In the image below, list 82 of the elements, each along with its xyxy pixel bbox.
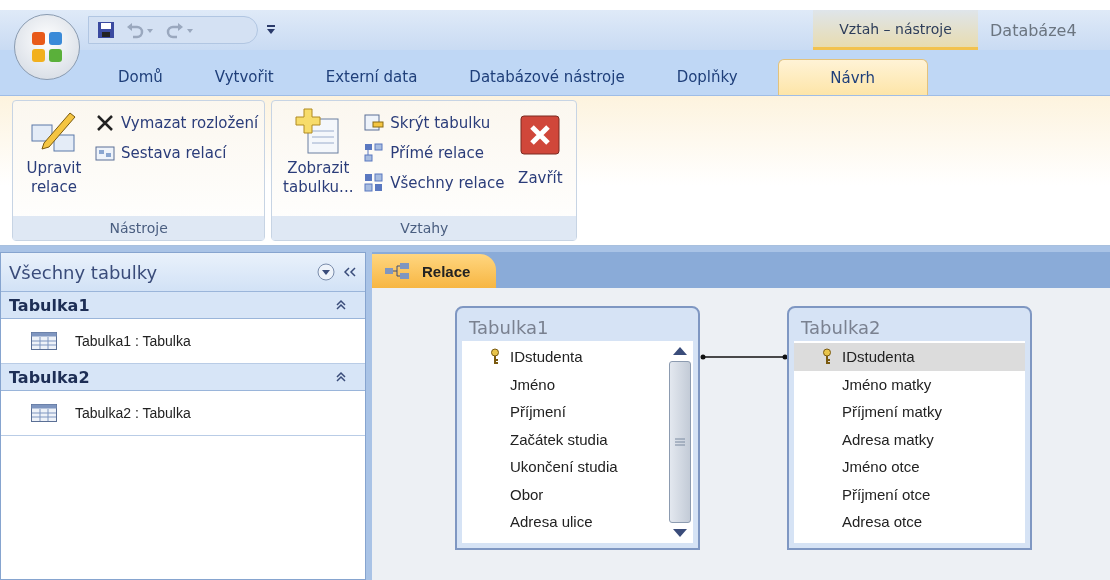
tab-label: Relace (422, 262, 471, 280)
group-name: Tabulka2 (9, 367, 90, 387)
field-row[interactable]: IDstudenta (794, 343, 1025, 371)
item-label: Tabulka1 : Tabulka (75, 333, 191, 349)
ribbon-tab[interactable]: Vytvořit (188, 59, 300, 95)
ribbon-button[interactable]: Vymazat rozložení (95, 113, 259, 133)
group-label: Vztahy (272, 216, 577, 240)
field-name: Adresa matky (842, 430, 934, 448)
field-name: Příjmení matky (842, 403, 943, 421)
table-window[interactable]: Tabulka1 IDstudenta Jméno Příjmení Začátek studia Ukončení studia Obor Adresa ulice (455, 306, 700, 550)
ribbon-button[interactable]: Zavřít (510, 107, 571, 216)
table-title: Tabulka2 (801, 317, 881, 338)
field-row[interactable]: Příjmení matky (794, 398, 1025, 426)
field-row[interactable]: Příjmení otce (794, 480, 1025, 508)
save-icon[interactable] (97, 21, 115, 39)
direct-relations-icon (364, 143, 385, 163)
field-name: Adresa otce (842, 513, 923, 531)
field-name: Jméno otce (842, 458, 920, 476)
field-row[interactable]: Adresa matky (794, 425, 1025, 453)
ribbon-tab[interactable]: Návrh (777, 59, 928, 95)
field-row[interactable]: Jméno matky (794, 370, 1025, 398)
field-name: Příjmení (510, 403, 566, 421)
key-icon (822, 347, 832, 366)
dropdown-icon[interactable] (317, 263, 335, 281)
grip-icon (675, 438, 685, 446)
table-title: Tabulka1 (469, 317, 549, 338)
item-label: Tabulka2 : Tabulka (75, 405, 191, 421)
field-name: Jméno (510, 375, 556, 393)
ribbon-tab[interactable]: Doplňky (650, 59, 764, 95)
ribbon-button[interactable]: Sestava relací (95, 143, 259, 163)
table-icon (31, 332, 57, 350)
ribbon-button[interactable]: Všechny relace (364, 173, 505, 193)
field-name: Ukončení studia (510, 458, 618, 476)
group-header[interactable]: Tabulka2 (1, 364, 365, 391)
field-name: Začátek studia (510, 430, 608, 448)
collapse-icon[interactable] (335, 371, 347, 383)
ribbon-tab[interactable]: Databázové nástroje (443, 59, 651, 95)
ribbon-button[interactable]: Upravit relace (19, 107, 89, 216)
group-name: Tabulka1 (9, 295, 90, 315)
pane-title: Všechny tabulky (9, 261, 159, 283)
field-row[interactable]: IDstudenta (462, 343, 667, 371)
collapse-icon[interactable] (335, 299, 347, 311)
collapse-pane-icon[interactable] (343, 265, 357, 279)
clear-icon (95, 113, 115, 133)
key-icon (490, 347, 500, 366)
field-row[interactable]: Adresa ulice (462, 508, 667, 536)
field-row[interactable]: Jméno otce (794, 453, 1025, 481)
field-row[interactable]: Adresa otce (794, 508, 1025, 536)
table-window[interactable]: Tabulka2 IDstudenta Jméno matky Příjmení matky Adresa matky Jméno otce Příjmení otce Adresa otce (787, 306, 1032, 550)
group-header[interactable]: Tabulka1 (1, 292, 365, 319)
field-name: Příjmení otce (842, 485, 931, 503)
ribbon-tab[interactable]: Externí data (299, 59, 444, 95)
ribbon-button[interactable]: Zobrazit tabulku... (278, 107, 359, 216)
customize-icon[interactable] (266, 24, 276, 36)
relationships-icon (384, 262, 410, 280)
ribbon-button[interactable]: Skrýt tabulku (364, 113, 505, 133)
ribbon-button[interactable]: Přímé relace (364, 143, 505, 163)
context-tab-title: Vztah – nástroje (813, 10, 978, 50)
office-logo-icon (30, 30, 64, 64)
nav-item[interactable]: Tabulka2 : Tabulka (1, 391, 365, 436)
group-label: Nástroje (13, 216, 265, 240)
window-title: Databáze4 (989, 19, 1078, 42)
field-name: Obor (510, 485, 544, 503)
field-row[interactable]: Ukončení studia (462, 453, 667, 481)
field-name: Adresa ulice (510, 513, 593, 531)
scroll-thumb[interactable] (669, 361, 691, 523)
field-row[interactable]: Příjmení (462, 398, 667, 426)
all-relations-icon (364, 173, 385, 193)
document-tab[interactable]: Relace (372, 254, 497, 288)
field-row[interactable]: Obor (462, 480, 667, 508)
close-icon (520, 115, 561, 155)
table-icon (31, 404, 57, 422)
hide-table-icon (364, 113, 385, 133)
field-row[interactable]: Začátek studia (462, 425, 667, 453)
ribbon-tab[interactable]: Domů (92, 59, 189, 95)
field-row[interactable]: Jméno (462, 370, 667, 398)
scroll-down-icon[interactable] (673, 529, 687, 537)
field-name: Jméno matky (842, 375, 932, 393)
report-icon (95, 143, 115, 163)
field-name: IDstudenta (842, 348, 915, 366)
scroll-up-icon[interactable] (673, 347, 687, 355)
field-name: IDstudenta (510, 348, 583, 366)
